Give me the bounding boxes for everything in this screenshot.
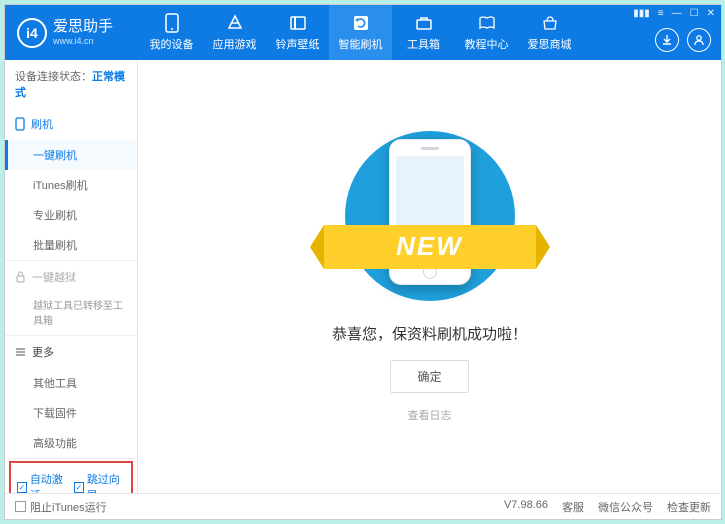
tab-toolbox[interactable]: 工具箱	[392, 5, 455, 60]
titlebar: i4 爱思助手 www.i4.cn 我的设备 应用游戏 铃声壁纸 智能刷机	[5, 5, 721, 60]
media-icon	[288, 13, 308, 33]
sidebar: 设备连接状态：正常模式 刷机 一键刷机 iTunes刷机 专业刷机 批量刷机 一…	[5, 60, 138, 493]
version-label: V7.98.66	[504, 499, 548, 515]
maximize-icon[interactable]: ☐	[690, 8, 699, 19]
titlebar-actions	[655, 28, 711, 52]
app-url: www.i4.cn	[53, 36, 113, 46]
tab-my-device[interactable]: 我的设备	[140, 5, 203, 60]
app-window: i4 爱思助手 www.i4.cn 我的设备 应用游戏 铃声壁纸 智能刷机	[4, 4, 722, 520]
sidebar-item-batch-flash[interactable]: 批量刷机	[5, 230, 137, 260]
sidebar-item-download-firmware[interactable]: 下载固件	[5, 398, 137, 428]
section-more: 更多 其他工具 下载固件 高级功能	[5, 336, 137, 459]
tab-smart-flash[interactable]: 智能刷机	[329, 5, 392, 60]
checkbox-block-itunes[interactable]	[15, 501, 26, 512]
section-jailbreak: 一键越狱 越狱工具已转移至工具箱	[5, 261, 137, 336]
new-ribbon: NEW	[324, 225, 536, 269]
view-log-link[interactable]: 查看日志	[408, 407, 452, 423]
body-area: 设备连接状态：正常模式 刷机 一键刷机 iTunes刷机 专业刷机 批量刷机 一…	[5, 60, 721, 493]
sidebar-item-itunes-flash[interactable]: iTunes刷机	[5, 170, 137, 200]
confirm-button[interactable]: 确定	[390, 360, 468, 393]
logo-area: i4 爱思助手 www.i4.cn	[5, 18, 140, 48]
check-icon: ✓	[74, 482, 84, 493]
success-illustration: NEW	[330, 131, 530, 301]
main-content: NEW 恭喜您，保资料刷机成功啦！ 确定 查看日志	[138, 60, 721, 493]
book-icon	[477, 13, 497, 33]
block-itunes-label: 阻止iTunes运行	[30, 499, 107, 515]
list-icon[interactable]: ≡	[658, 8, 664, 19]
checkbox-skip-guide[interactable]: ✓ 跳过向导	[74, 471, 125, 493]
section-jailbreak-header[interactable]: 一键越狱	[5, 261, 137, 293]
connection-status: 设备连接状态：正常模式	[5, 60, 137, 108]
sidebar-item-onekey-flash[interactable]: 一键刷机	[5, 140, 137, 170]
section-flash: 刷机 一键刷机 iTunes刷机 专业刷机 批量刷机	[5, 108, 137, 261]
checkbox-row: ✓ 自动激活 ✓ 跳过向导	[9, 461, 133, 493]
tab-store[interactable]: 爱思商城	[518, 5, 581, 60]
sidebar-item-pro-flash[interactable]: 专业刷机	[5, 200, 137, 230]
check-icon: ✓	[17, 482, 27, 493]
download-icon[interactable]	[655, 28, 679, 52]
close-icon[interactable]: ✕	[707, 8, 715, 19]
minimize-icon[interactable]: —	[672, 8, 682, 19]
success-text: 恭喜您，保资料刷机成功啦！	[332, 323, 527, 344]
logo-icon: i4	[17, 18, 47, 48]
user-icon[interactable]	[687, 28, 711, 52]
support-link[interactable]: 客服	[562, 499, 584, 515]
wechat-link[interactable]: 微信公众号	[598, 499, 653, 515]
jailbreak-note: 越狱工具已转移至工具箱	[5, 293, 137, 335]
check-update-link[interactable]: 检查更新	[667, 499, 711, 515]
store-icon	[540, 13, 560, 33]
lock-icon	[15, 271, 26, 283]
app-name: 爱思助手	[53, 19, 113, 36]
tab-ringtones[interactable]: 铃声壁纸	[266, 5, 329, 60]
phone-small-icon	[15, 117, 25, 131]
toolbox-icon	[414, 13, 434, 33]
menu-icon[interactable]: ▮▮▮	[633, 8, 650, 19]
statusbar: 阻止iTunes运行 V7.98.66 客服 微信公众号 检查更新	[5, 493, 721, 519]
menu-lines-icon	[15, 347, 26, 357]
checkbox-auto-activate[interactable]: ✓ 自动激活	[17, 471, 68, 493]
section-more-header[interactable]: 更多	[5, 336, 137, 368]
sidebar-item-other-tools[interactable]: 其他工具	[5, 368, 137, 398]
apps-icon	[225, 13, 245, 33]
window-controls: ▮▮▮ ≡ — ☐ ✕	[633, 8, 715, 19]
sidebar-item-advanced[interactable]: 高级功能	[5, 428, 137, 458]
tab-apps-games[interactable]: 应用游戏	[203, 5, 266, 60]
flash-icon	[351, 13, 371, 33]
section-flash-header[interactable]: 刷机	[5, 108, 137, 140]
phone-icon	[162, 13, 182, 33]
tab-tutorials[interactable]: 教程中心	[455, 5, 518, 60]
